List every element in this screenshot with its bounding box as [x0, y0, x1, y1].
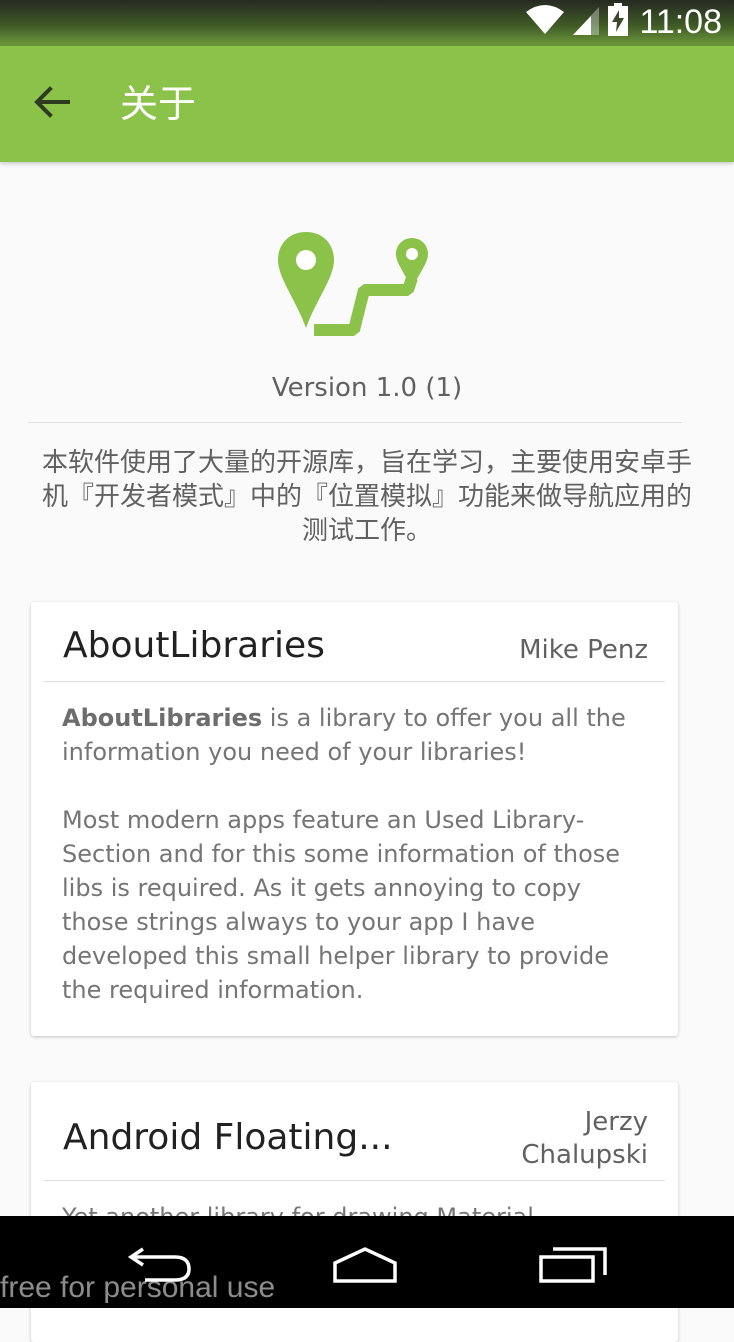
card-divider [44, 681, 665, 682]
nav-recents-icon [535, 1241, 611, 1289]
card-divider [44, 1180, 665, 1181]
library-author[interactable]: Jerzy Chalupski [468, 1106, 648, 1172]
description-paragraph: AboutLibraries is a library to offer you… [62, 701, 652, 769]
app-version: Version 1.0 (1) [271, 373, 463, 403]
nav-home-icon [325, 1241, 405, 1289]
signal-icon [571, 4, 601, 40]
library-name: Android Floating... [63, 1117, 393, 1158]
nav-recents-button[interactable] [528, 1240, 618, 1290]
status-bar: 11:08 [0, 0, 734, 46]
library-author[interactable]: Mike Penz [468, 634, 648, 667]
page-title: 关于 [120, 82, 197, 126]
back-button[interactable] [18, 70, 86, 138]
arrow-back-icon [34, 86, 70, 122]
route-pins-logo [276, 232, 436, 336]
battery-charging-icon [607, 3, 629, 41]
app-description: 本软件使用了大量的开源库，旨在学习，主要使用安卓手机『开发者模式』中的『位置模拟… [41, 448, 692, 546]
watermark-text: free for personal use [0, 1271, 276, 1304]
status-time: 11:08 [639, 2, 722, 41]
library-description: AboutLibraries is a library to offer you… [62, 701, 652, 1007]
app-bar: 关于 [0, 46, 734, 162]
description-paragraph: Most modern apps feature an Used Library… [62, 806, 621, 1004]
library-name: AboutLibraries [63, 625, 325, 666]
library-card[interactable]: AboutLibraries Mike Penz AboutLibraries … [31, 602, 678, 1036]
description-bold: AboutLibraries [62, 704, 263, 732]
wifi-icon [525, 4, 565, 40]
header-divider [28, 422, 682, 423]
status-icons: 11:08 [525, 2, 722, 42]
nav-home-button[interactable] [320, 1240, 410, 1290]
